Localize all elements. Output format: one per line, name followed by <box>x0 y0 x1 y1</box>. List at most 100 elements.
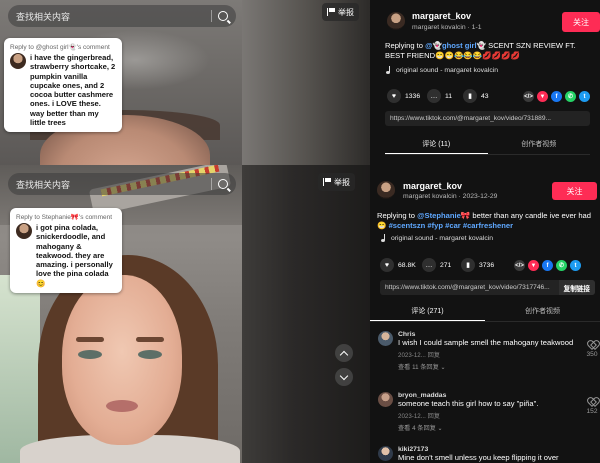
share-row: </> ▼ f ✆ t <box>514 260 581 271</box>
commenter-avatar[interactable] <box>378 392 393 407</box>
tiktok-share-icon[interactable]: ▼ <box>537 91 548 102</box>
face <box>62 275 182 445</box>
video-link-field[interactable]: https://www.tiktok.com/@margaret_kov/vid… <box>380 280 595 295</box>
heart-outline-icon <box>588 341 597 349</box>
music-line[interactable]: original sound - margaret kovalcin <box>385 66 498 74</box>
reply-card-text: i have the gingerbread, strawberry short… <box>30 53 116 127</box>
comment-meta[interactable]: 2023-12... 回复 <box>398 350 578 359</box>
save-stat[interactable]: ▮ 43 <box>463 89 489 103</box>
details-panel-bottom: margaret_kov margaret kovalcin · 2023-12… <box>370 165 600 463</box>
music-title: original sound - margaret kovalcin <box>396 66 499 74</box>
search-divider <box>211 178 212 190</box>
commenter-name[interactable]: bryon_maddas <box>398 392 578 399</box>
right-eyebrow <box>136 337 164 342</box>
video-backdrop-bottom <box>242 165 370 463</box>
author-name[interactable]: margaret_kov <box>412 11 471 21</box>
video-link-text: https://www.tiktok.com/@margaret_kov/vid… <box>385 284 550 291</box>
next-video-button[interactable] <box>335 368 353 386</box>
like-stat[interactable]: ♥ 68.8K <box>380 258 416 272</box>
comment-icon: … <box>422 258 436 272</box>
commenter-name[interactable]: Chris <box>398 331 578 338</box>
video-description: Replying to @👻ghost girl👻 SCENT SZN REVI… <box>385 41 590 62</box>
reply-card-header: Reply to Stephanie🎀's comment <box>16 214 113 221</box>
copy-link-button[interactable]: 复制链接 <box>558 280 595 295</box>
music-line[interactable]: original sound - margaret kovalcin <box>380 234 493 242</box>
report-label: 举报 <box>338 7 354 17</box>
search-bar-top[interactable]: 查找相关内容 <box>8 5 236 27</box>
comment-item: Chris I wish I could sample smell the ma… <box>378 331 600 371</box>
save-count: 43 <box>481 92 489 100</box>
description-prefix: Replying to <box>377 211 418 220</box>
tab-creator-videos[interactable]: 创作者视频 <box>485 306 600 321</box>
tab-creator-videos[interactable]: 创作者视频 <box>488 139 591 154</box>
facebook-icon[interactable]: f <box>542 260 553 271</box>
comment-meta[interactable]: 2023-12... 回复 <box>398 411 578 420</box>
save-count: 3736 <box>479 261 495 269</box>
tab-comments[interactable]: 评论 (11) <box>385 139 488 154</box>
video-link-field[interactable]: https://www.tiktok.com/@margaret_kov/vid… <box>385 111 590 126</box>
like-stat[interactable]: ♥ 1336 <box>387 89 420 103</box>
comment-like[interactable]: 350 <box>584 341 600 358</box>
details-panel-top: margaret_kov margaret kovalcin · 1-1 关注 … <box>370 0 600 165</box>
author-avatar[interactable] <box>377 181 395 199</box>
comment-count: 271 <box>440 261 452 269</box>
tiktok-share-icon[interactable]: ▼ <box>528 260 539 271</box>
follow-button[interactable]: 关注 <box>562 12 600 32</box>
tab-comments[interactable]: 评论 (271) <box>370 306 485 321</box>
author-name[interactable]: margaret_kov <box>403 181 462 191</box>
embed-icon[interactable]: </> <box>514 260 525 271</box>
share-row: </> ▼ f ✆ t <box>523 91 590 102</box>
reply-card-text: i got pina colada, snickerdoodle, and ma… <box>36 223 113 288</box>
flag-icon <box>327 8 335 16</box>
music-note-icon <box>380 234 387 242</box>
follow-button[interactable]: 关注 <box>552 182 597 200</box>
music-title: original sound - margaret kovalcin <box>391 234 494 242</box>
video-backdrop-top <box>242 0 370 165</box>
twitter-icon[interactable]: t <box>570 260 581 271</box>
like-count: 1336 <box>405 92 421 100</box>
flag-icon <box>323 178 331 186</box>
search-icon[interactable] <box>218 179 228 189</box>
comment-stat[interactable]: … 271 <box>422 258 451 272</box>
commenter-avatar[interactable] <box>378 446 393 461</box>
commenter-avatar[interactable] <box>378 331 393 346</box>
heart-icon: ♥ <box>380 258 394 272</box>
mention-link[interactable]: @Stephanie🎀 <box>417 211 470 220</box>
description-prefix: Replying to <box>385 41 426 50</box>
comment-stat[interactable]: … 11 <box>427 89 452 103</box>
hashtags[interactable]: #scentszn #fyp #car #carfreshener <box>389 221 514 230</box>
comment-tabs: 评论 (271) 创作者视频 <box>370 306 600 322</box>
comment-text: someone teach this girl how to say "piña… <box>398 399 539 408</box>
author-avatar[interactable] <box>387 12 405 30</box>
comment-text: I wish I could sample smell the mahogany… <box>398 338 574 347</box>
whatsapp-icon[interactable]: ✆ <box>565 91 576 102</box>
comment-tabs: 评论 (11) 创作者视频 <box>385 139 590 155</box>
comment-item: kiki27173 Mine don't smell unless you ke… <box>378 446 600 463</box>
bookmark-icon: ▮ <box>461 258 475 272</box>
search-bar-bottom[interactable]: 查找相关内容 <box>8 173 236 195</box>
search-icon[interactable] <box>218 11 228 21</box>
save-stat[interactable]: ▮ 3736 <box>461 258 494 272</box>
report-button-bottom[interactable]: 举报 <box>318 173 355 191</box>
car-window <box>0 275 40 463</box>
reply-comment-card-bottom: Reply to Stephanie🎀's comment i got pina… <box>10 208 122 293</box>
previous-video-button[interactable] <box>335 344 353 362</box>
comment-like-count: 152 <box>586 408 598 415</box>
view-replies-link[interactable]: 查看 11 条回复 ⌄ <box>398 362 578 371</box>
facebook-icon[interactable]: f <box>551 91 562 102</box>
reply-card-header: Reply to @ghost girl👻's comment <box>10 44 110 51</box>
commenter-name[interactable]: kiki27173 <box>398 446 578 453</box>
music-note-icon <box>385 66 392 74</box>
embed-icon[interactable]: </> <box>523 91 534 102</box>
author-subtitle: margaret kovalcin · 2023-12-29 <box>403 193 498 200</box>
view-replies-link[interactable]: 查看 4 条回复 ⌄ <box>398 423 578 432</box>
comment-count: 11 <box>445 92 453 100</box>
whatsapp-icon[interactable]: ✆ <box>556 260 567 271</box>
comment-like[interactable]: 152 <box>584 398 600 415</box>
video-description: Replying to @Stephanie🎀 better than any … <box>377 211 592 232</box>
mention-link[interactable]: @👻ghost girl👻 <box>425 41 486 50</box>
left-eye <box>78 350 102 359</box>
report-button-top[interactable]: 举报 <box>322 3 359 21</box>
twitter-icon[interactable]: t <box>579 91 590 102</box>
like-count: 68.8K <box>398 261 416 269</box>
